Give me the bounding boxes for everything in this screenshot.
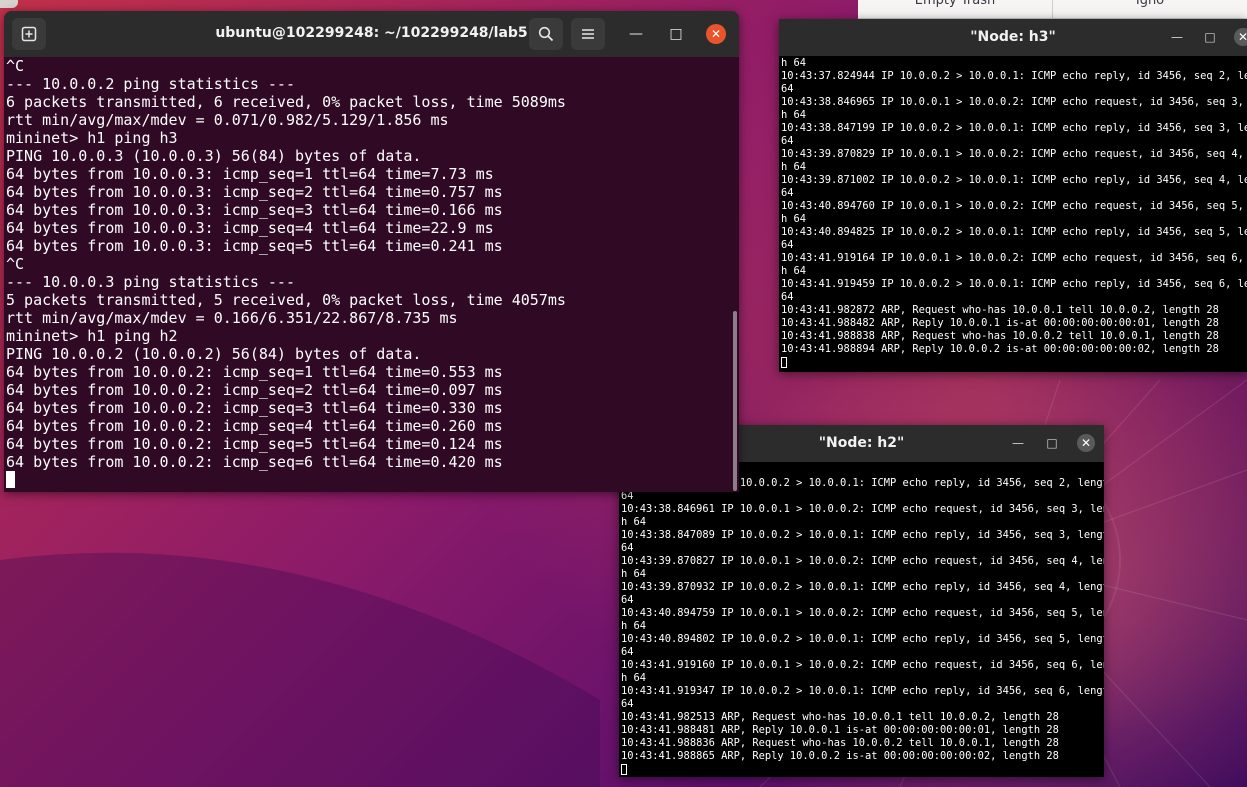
terminal-line: 64 [621,594,634,606]
terminal-line: 5 packets transmitted, 5 received, 0% pa… [6,291,566,309]
terminal-line: 10:43:37.824944 IP 10.0.0.2 > 10.0.0.1: … [781,70,1247,82]
terminal-line: h 64 [621,620,647,632]
terminal-line: 10:43:41.919160 IP 10.0.0.1 > 10.0.0.2: … [621,659,1104,671]
terminal-line: h 64 [781,213,807,225]
text-cursor [621,764,627,775]
terminal-line: 64 bytes from 10.0.0.3: icmp_seq=1 ttl=6… [6,165,494,183]
terminal-output[interactable]: ^C --- 10.0.0.2 ping statistics --- 6 pack… [4,57,734,492]
terminal-line: 10:43:39.870932 IP 10.0.0.2 > 10.0.0.1: … [621,581,1104,593]
terminal-line: 64 [621,646,634,658]
terminal-line: 10:43:40.894760 IP 10.0.0.1 > 10.0.0.2: … [781,200,1247,212]
terminal-line: 10:43:38.847089 IP 10.0.0.2 > 10.0.0.1: … [621,529,1104,541]
empty-trash-button[interactable]: Empty Trash [858,0,1052,18]
menu-button[interactable] [571,18,605,50]
search-icon [538,26,554,42]
terminal-line: PING 10.0.0.2 (10.0.0.2) 56(84) bytes of… [6,345,422,363]
terminal-line: 10:43:41.988482 ARP, Reply 10.0.0.1 is-a… [781,317,1219,329]
terminal-line: 64 [781,239,794,251]
terminal-line: ^C [6,57,25,75]
terminal-line: 64 [621,698,634,710]
close-icon[interactable]: ✕ [706,24,726,44]
ignore-button[interactable]: Igno [1052,0,1247,18]
terminal-line: 10:43:41.988894 ARP, Reply 10.0.0.2 is-a… [781,343,1219,355]
desktop-trash-icon[interactable] [0,0,18,8]
terminal-line: --- 10.0.0.2 ping statistics --- [6,75,295,93]
terminal-line: PING 10.0.0.3 (10.0.0.3) 56(84) bytes of… [6,147,422,165]
hamburger-menu-icon [582,29,594,39]
maximize-icon[interactable]: □ [1201,28,1219,46]
terminal-line: 64 bytes from 10.0.0.3: icmp_seq=3 ttl=6… [6,201,503,219]
terminal-line: ^C [6,255,25,273]
terminal-line: 10:43:38.846961 IP 10.0.0.1 > 10.0.0.2: … [621,503,1104,515]
terminal-line: 64 [781,135,794,147]
minimize-icon[interactable]: — [1168,28,1186,46]
prompt-line [6,471,734,489]
search-button[interactable] [529,18,563,50]
terminal-line: h 64 [781,161,807,173]
terminal-line: h 64 [621,568,647,580]
xterm-h2-output[interactable]: 10:43:37.824944 IP 10.0.0.2 > 10.0.0.1: … [621,477,1104,776]
gnome-terminal-window[interactable]: ubuntu@102299248: ~/102299248/lab5 — □ ✕… [4,11,739,492]
terminal-line: 10:43:40.894802 IP 10.0.0.2 > 10.0.0.1: … [621,633,1104,645]
terminal-line: 10:43:41.919459 IP 10.0.0.2 > 10.0.0.1: … [781,278,1247,290]
minimize-icon[interactable]: — [626,24,646,44]
terminal-line: 10:43:39.870829 IP 10.0.0.1 > 10.0.0.2: … [781,148,1247,160]
terminal-line: h 64 [781,265,807,277]
close-icon[interactable]: ✕ [1077,434,1095,452]
terminal-line: 6 packets transmitted, 6 received, 0% pa… [6,93,566,111]
terminal-line: 10:43:40.894825 IP 10.0.0.2 > 10.0.0.1: … [781,226,1247,238]
terminal-line: 64 bytes from 10.0.0.3: icmp_seq=5 ttl=6… [6,237,503,255]
close-icon[interactable]: ✕ [1234,28,1247,46]
terminal-line: 64 bytes from 10.0.0.3: icmp_seq=2 ttl=6… [6,183,503,201]
terminal-line: h 64 [781,57,807,69]
terminal-line: 10:43:41.988481 ARP, Reply 10.0.0.1 is-a… [621,724,1059,736]
terminal-line: 10:43:41.988836 ARP, Request who-has 10.… [621,737,1059,749]
terminal-line: mininet> h1 ping h2 [6,327,178,345]
terminal-line: 64 bytes from 10.0.0.2: icmp_seq=1 ttl=6… [6,363,503,381]
terminal-line: 64 bytes from 10.0.0.2: icmp_seq=5 ttl=6… [6,435,503,453]
terminal-line: --- 10.0.0.3 ping statistics --- [6,273,295,291]
terminal-scrollbar[interactable] [733,311,737,491]
terminal-line: 64 [781,291,794,303]
terminal-line: 10:43:38.847199 IP 10.0.0.2 > 10.0.0.1: … [781,122,1247,134]
terminal-line: 10:43:41.988865 ARP, Reply 10.0.0.2 is-a… [621,750,1059,762]
text-cursor [781,357,787,368]
terminal-line: 64 bytes from 10.0.0.3: icmp_seq=4 ttl=6… [6,219,494,237]
terminal-line: 10:43:39.870827 IP 10.0.0.1 > 10.0.0.2: … [621,555,1104,567]
minimize-icon[interactable]: — [1009,434,1027,452]
terminal-line: h 64 [781,109,807,121]
terminal-line: 10:43:39.871002 IP 10.0.0.2 > 10.0.0.1: … [781,174,1247,186]
terminal-line: 64 bytes from 10.0.0.2: icmp_seq=6 ttl=6… [6,453,503,471]
terminal-line: 10:43:41.919347 IP 10.0.0.2 > 10.0.0.1: … [621,685,1104,697]
terminal-line: 10:43:40.894759 IP 10.0.0.1 > 10.0.0.2: … [621,607,1104,619]
maximize-icon[interactable]: □ [666,24,686,44]
terminal-headerbar[interactable]: ubuntu@102299248: ~/102299248/lab5 — □ ✕ [4,11,739,57]
xterm-h3-output[interactable]: h 64 10:43:37.824944 IP 10.0.0.2 > 10.0.0… [781,57,1247,369]
text-cursor [6,471,15,488]
prompt-line [781,356,1247,369]
terminal-line: mininet> h1 ping h3 [6,129,178,147]
terminal-line: 10:43:38.846965 IP 10.0.0.1 > 10.0.0.2: … [781,96,1247,108]
maximize-icon[interactable]: □ [1043,434,1061,452]
prompt-line [621,763,1104,776]
terminal-line: rtt min/avg/max/mdev = 0.166/6.351/22.86… [6,309,458,327]
terminal-line: 64 [621,542,634,554]
terminal-line: 10:43:41.982872 ARP, Request who-has 10.… [781,304,1219,316]
xterm-h3-titlebar[interactable]: "Node: h3" — □ ✕ [779,19,1247,56]
terminal-line: 64 [781,83,794,95]
terminal-line: rtt min/avg/max/mdev = 0.071/0.982/5.129… [6,111,449,129]
xterm-node-h3[interactable]: "Node: h3" — □ ✕ h 64 10:43:37.824944 IP … [779,19,1247,372]
dialog-button-strip: Empty Trash Igno [858,0,1247,19]
terminal-line: 64 bytes from 10.0.0.2: icmp_seq=2 ttl=6… [6,381,503,399]
terminal-line: 10:43:41.919164 IP 10.0.0.1 > 10.0.0.2: … [781,252,1247,264]
terminal-line: 64 bytes from 10.0.0.2: icmp_seq=3 ttl=6… [6,399,503,417]
terminal-line: 10:43:41.988838 ARP, Request who-has 10.… [781,330,1219,342]
terminal-line: 10:43:41.982513 ARP, Request who-has 10.… [621,711,1059,723]
terminal-line: h 64 [621,672,647,684]
terminal-line: 64 [781,187,794,199]
terminal-line: 64 bytes from 10.0.0.2: icmp_seq=4 ttl=6… [6,417,503,435]
terminal-line: h 64 [621,516,647,528]
